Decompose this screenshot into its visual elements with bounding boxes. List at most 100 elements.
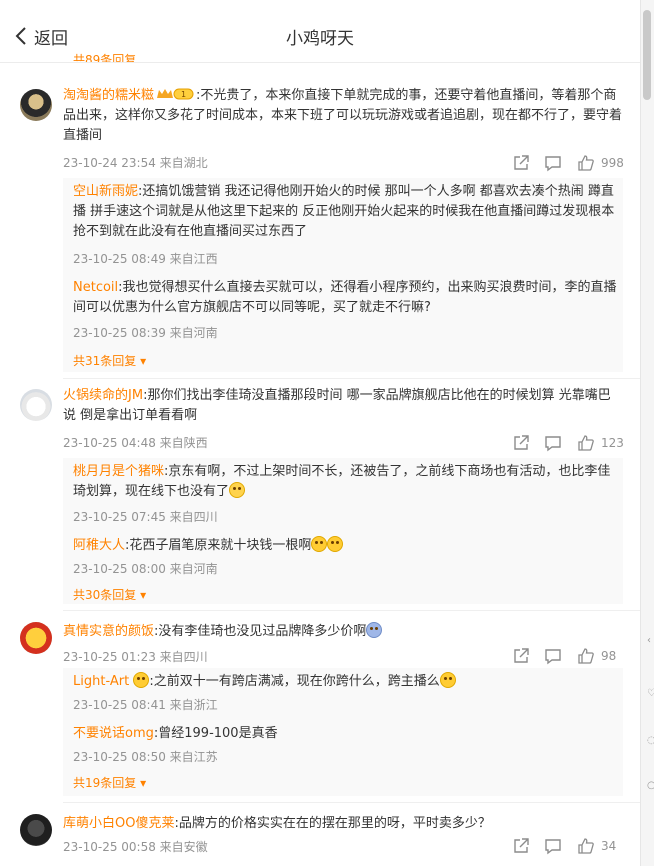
- scrollbar-thumb[interactable]: [643, 10, 651, 100]
- like-button[interactable]: 34: [577, 837, 616, 855]
- avatar[interactable]: [20, 389, 52, 421]
- reply-meta: 23-10-25 08:49 来自江西: [73, 252, 218, 266]
- reply-button[interactable]: [544, 837, 562, 855]
- username-link[interactable]: 不要说话omg: [73, 726, 154, 741]
- more-replies-link[interactable]: 共30条回复 ▾: [73, 586, 146, 603]
- share-icon: [514, 155, 529, 170]
- username-link[interactable]: 桃月月是个猪咪: [73, 464, 164, 479]
- share-button[interactable]: [512, 434, 530, 452]
- comment-content: :没有李佳琦也没见过品牌降多少价啊: [154, 624, 367, 639]
- side-edge-icon: ♡: [647, 688, 654, 699]
- header-divider: [0, 62, 640, 63]
- top-bar: 返回 小鸡呀天 共89条回复: [0, 0, 640, 72]
- reply-content: :曾经199-100是真香: [153, 726, 278, 741]
- reply-button[interactable]: [544, 434, 562, 452]
- comment-divider: [63, 378, 640, 379]
- reply-content: :之前双十一有跨店满减，现在你跨什么，跨主播么: [149, 674, 440, 689]
- more-replies-label: 共31条回复: [73, 354, 137, 368]
- comment-text: 库萌小白OO傻克莱:品牌方的价格实实在在的摆在那里的呀，平时卖多少？: [63, 814, 623, 834]
- caret-down-icon: ▾: [140, 776, 147, 790]
- share-button[interactable]: [512, 837, 530, 855]
- username-link[interactable]: 阿稚大人: [73, 538, 125, 553]
- reply-meta: 23-10-25 08:39 来自河南: [73, 326, 218, 340]
- reply-button[interactable]: [544, 647, 562, 665]
- share-button[interactable]: [512, 647, 530, 665]
- like-button[interactable]: 998: [577, 154, 624, 172]
- reply-text: Light-Art :之前双十一有跨店满减，现在你跨什么，跨主播么: [73, 672, 618, 692]
- like-button[interactable]: 123: [577, 434, 624, 452]
- comment-meta: 23-10-25 04:48 来自陕西: [63, 436, 208, 450]
- comment-meta: 23-10-25 00:58 来自安徽: [63, 840, 208, 854]
- comment-divider: [63, 802, 640, 803]
- reply-content: :还搞饥饿营销 我还记得他刚开始火的时候 那叫一个人多啊 都喜欢去凑个热闹 蹲直…: [73, 184, 615, 239]
- avatar[interactable]: [20, 89, 52, 121]
- avatar[interactable]: [20, 814, 52, 846]
- username-link[interactable]: 库萌小白OO傻克莱: [63, 816, 174, 831]
- share-icon: [514, 435, 529, 450]
- username-link[interactable]: 淘淘酱的糯米糍: [63, 88, 154, 103]
- like-count: 123: [601, 436, 624, 450]
- caret-down-icon: ▾: [140, 588, 147, 602]
- comment-content: :品牌方的价格实实在在的摆在那里的呀，平时卖多少？: [174, 816, 491, 831]
- caret-down-icon: ▾: [140, 354, 147, 368]
- more-replies-label: 共19条回复: [73, 776, 137, 790]
- share-icon: [514, 838, 529, 853]
- share-icon: [514, 648, 529, 663]
- comment-icon: [545, 839, 561, 855]
- more-replies-link[interactable]: 共89条回复: [73, 49, 136, 63]
- thumbs-up-icon: [578, 648, 594, 664]
- more-replies-link[interactable]: 共31条回复 ▾: [73, 352, 146, 369]
- comment-content: :那你们找出李佳琦没直播那段时间 哪一家品牌旗舰店比他在的时候划算 光靠嘴巴说 …: [63, 388, 611, 423]
- side-edge-icon: ○: [647, 780, 654, 791]
- side-edge-icon: ‹: [647, 635, 651, 646]
- comment-icon: [545, 436, 561, 452]
- like-count: 98: [601, 649, 617, 663]
- avatar[interactable]: [20, 622, 52, 654]
- reply-text: 阿稚大人:花西子眉笔原来就十块钱一根啊: [73, 536, 618, 556]
- reply-meta: 23-10-25 08:00 来自河南: [73, 562, 218, 576]
- vip-badge-icon: 1: [157, 88, 194, 100]
- comment-item: 淘淘酱的糯米糍 1:不光贵了，本来你直接下单就完成的事，还要守着他直播间，等着那个…: [0, 86, 640, 386]
- reply-content: :花西子眉笔原来就十块钱一根啊: [125, 538, 312, 553]
- username-link[interactable]: Netcoil: [73, 280, 118, 295]
- surprised-emoji-icon: [327, 536, 344, 552]
- user-badge-emoji-icon: [133, 672, 150, 688]
- reply-text: 空山新雨妮:还搞饥饿营销 我还记得他刚开始火的时候 那叫一个人多啊 都喜欢去凑个…: [73, 182, 618, 242]
- reply-panel: 空山新雨妮:还搞饥饿营销 我还记得他刚开始火的时候 那叫一个人多啊 都喜欢去凑个…: [63, 178, 623, 372]
- scream-emoji-icon: [366, 622, 383, 638]
- comment-item: 真情实意的颜饭:没有李佳琦也没见过品牌降多少价啊 23-10-25 01:23 …: [0, 622, 640, 802]
- comment-text: 火锅续命的JM:那你们找出李佳琦没直播那段时间 哪一家品牌旗舰店比他在的时候划算…: [63, 386, 623, 426]
- comment-meta: 23-10-25 01:23 来自四川: [63, 650, 208, 664]
- reply-meta: 23-10-25 08:50 来自江苏: [73, 750, 218, 764]
- like-count: 998: [601, 156, 624, 170]
- comment-item: 库萌小白OO傻克莱:品牌方的价格实实在在的摆在那里的呀，平时卖多少？ 23-10…: [0, 814, 640, 866]
- comment-icon: [545, 649, 561, 665]
- username-link[interactable]: 火锅续命的JM: [63, 388, 143, 403]
- more-replies-label: 共30条回复: [73, 588, 137, 602]
- more-replies-link[interactable]: 共19条回复 ▾: [73, 774, 146, 791]
- comment-icon: [545, 156, 561, 172]
- thumbs-up-icon: [578, 155, 594, 171]
- reply-meta: 23-10-25 07:45 来自四川: [73, 510, 218, 524]
- comment-divider: [63, 610, 640, 611]
- comment-meta: 23-10-24 23:54 来自湖北: [63, 156, 208, 170]
- like-button[interactable]: 98: [577, 647, 616, 665]
- comment-text: 真情实意的颜饭:没有李佳琦也没见过品牌降多少价啊: [63, 622, 623, 642]
- svg-text:1: 1: [181, 90, 186, 99]
- username-link[interactable]: 空山新雨妮: [73, 184, 138, 199]
- page-title: 小鸡呀天: [286, 29, 354, 49]
- thumbs-up-icon: [578, 838, 594, 854]
- reply-content: :我也觉得想买什么直接去买就可以，还得看小程序预约，出来购买浪费时间，李的直播间…: [73, 280, 617, 315]
- reply-panel: 桃月月是个猪咪:京东有啊，不过上架时间不长，还被告了，之前线下商场也有活动，也比…: [63, 458, 623, 604]
- username-link[interactable]: 真情实意的颜饭: [63, 624, 154, 639]
- laugh-cry-emoji-icon: [229, 482, 246, 498]
- side-edge-icon: ◌: [647, 735, 654, 746]
- comment-text: 淘淘酱的糯米糍 1:不光贵了，本来你直接下单就完成的事，还要守着他直播间，等着那个…: [63, 86, 623, 146]
- reply-button[interactable]: [544, 154, 562, 172]
- username-link[interactable]: Light-Art: [73, 674, 129, 689]
- surprised-emoji-icon: [311, 536, 328, 552]
- reply-meta: 23-10-25 08:41 来自浙江: [73, 698, 218, 712]
- share-button[interactable]: [512, 154, 530, 172]
- laughing-emoji-icon: [439, 672, 456, 688]
- like-count: 34: [601, 839, 617, 853]
